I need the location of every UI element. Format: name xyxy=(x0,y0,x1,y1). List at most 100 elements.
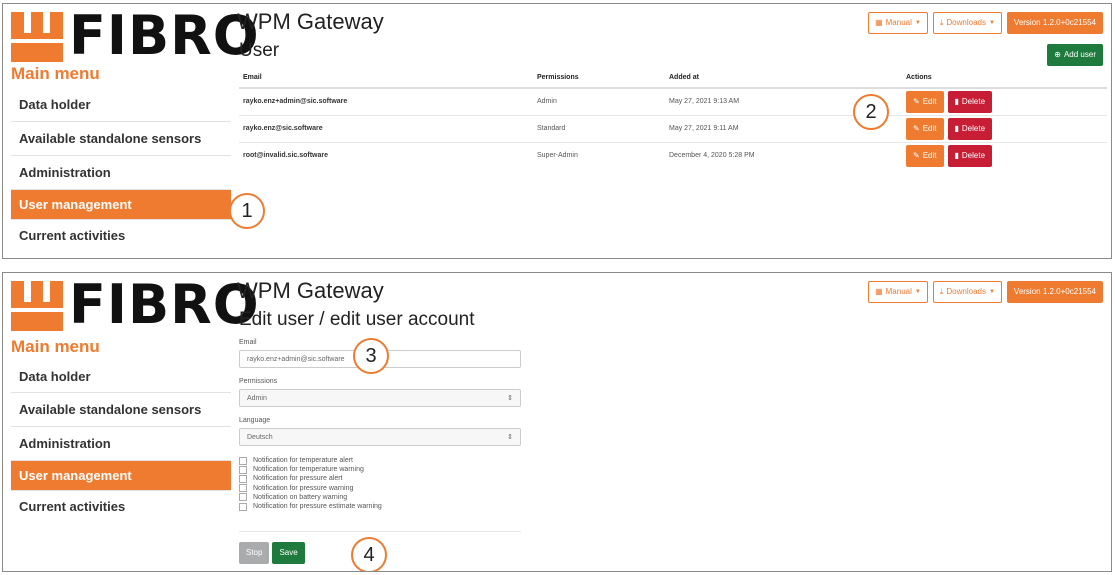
table-row: rayko.enz+admin@sic.software Admin May 2… xyxy=(239,88,1107,116)
permissions-select-value: Admin xyxy=(247,394,267,402)
logo-text: FIBRO xyxy=(69,4,260,67)
chevron-down-icon: ▼ xyxy=(988,289,995,295)
permissions-label: Permissions xyxy=(239,378,278,385)
edit-button-label: Edit xyxy=(922,150,937,160)
delete-button[interactable]: ▮ Delete xyxy=(947,144,993,167)
manual-button-label: Manual xyxy=(885,287,912,296)
fibro-logo-mark-icon xyxy=(11,281,63,331)
trash-icon: ▮ xyxy=(954,150,959,160)
checkbox[interactable] xyxy=(239,502,247,511)
sidebar-item-user-management[interactable]: User management xyxy=(11,461,231,491)
notification-label: Notification for pressure warning xyxy=(253,484,354,492)
downloads-button-label: Downloads xyxy=(946,18,986,27)
notification-label: Notification for pressure estimate warni… xyxy=(253,503,382,511)
pencil-icon: ✎ xyxy=(913,96,920,106)
checkbox[interactable] xyxy=(239,456,247,465)
sidebar: Main menu Data holder Available standalo… xyxy=(11,64,231,250)
edit-button[interactable]: ✎ Edit xyxy=(906,90,944,113)
sidebar-item-data-holder[interactable]: Data holder xyxy=(11,88,231,122)
user-permissions-cell: Admin xyxy=(533,88,665,116)
callout-2: 2 xyxy=(853,94,889,130)
sidebar-item-current-activities[interactable]: Current activities xyxy=(11,491,231,521)
user-email-cell: rayko.enz@sic.software xyxy=(239,115,533,143)
notification-label: Notification for temperature warning xyxy=(253,466,364,474)
notification-checkbox-row[interactable]: Notification for temperature warning xyxy=(239,465,521,474)
menu-title: Main menu xyxy=(11,64,100,83)
select-arrows-icon: ⇕ xyxy=(507,395,513,402)
notification-checkbox-row[interactable]: Notification for temperature alert xyxy=(239,456,521,465)
table-row: root@invalid.sic.software Super-Admin De… xyxy=(239,142,1107,169)
chevron-down-icon: ▼ xyxy=(914,20,921,26)
edit-button[interactable]: ✎ Edit xyxy=(906,117,944,140)
email-field-value: rayko.enz+admin@sic.software xyxy=(247,355,345,363)
book-icon: ▦ xyxy=(875,18,883,27)
book-icon: ▦ xyxy=(875,287,883,296)
sidebar-item-standalone-sensors[interactable]: Available standalone sensors xyxy=(11,393,231,427)
table-header-row: Email Permissions Added at Actions xyxy=(239,68,1107,89)
column-header-email: Email xyxy=(239,68,533,89)
trash-icon: ▮ xyxy=(954,96,959,106)
downloads-button[interactable]: ⤓ Downloads ▼ xyxy=(932,281,1002,303)
stop-button[interactable]: Stop xyxy=(239,542,270,565)
users-table: Email Permissions Added at Actions rayko… xyxy=(239,68,1107,169)
user-permissions-cell: Super-Admin xyxy=(537,152,578,160)
user-added-at-cell: December 4, 2020 5:28 PM xyxy=(669,152,755,160)
header-actions: ▦ Manual ▼ ⤓ Downloads ▼ Version 1.2.0+0… xyxy=(868,281,1103,303)
notification-checkbox-row[interactable]: Notification for pressure warning xyxy=(239,484,521,493)
column-header-permissions: Permissions xyxy=(533,68,665,89)
app-title: WPM Gateway xyxy=(237,278,384,303)
notification-label: Notification on battery warning xyxy=(253,493,348,501)
notification-checkbox-row[interactable]: Notification for pressure estimate warni… xyxy=(239,502,521,511)
sidebar-item-user-management[interactable]: User management xyxy=(11,190,231,220)
edit-button-label: Edit xyxy=(922,96,937,106)
logo-text: FIBRO xyxy=(69,273,260,336)
delete-button[interactable]: ▮ Delete xyxy=(947,90,993,113)
permissions-select[interactable]: Admin ⇕ xyxy=(239,389,521,407)
chevron-down-icon: ▼ xyxy=(914,289,921,295)
delete-button[interactable]: ▮ Delete xyxy=(947,117,993,140)
column-header-added-at: Added at xyxy=(665,68,902,89)
notification-label: Notification for pressure alert xyxy=(253,475,343,483)
user-permissions-cell: Standard xyxy=(533,115,665,143)
checkbox[interactable] xyxy=(239,474,247,483)
pencil-icon: ✎ xyxy=(913,150,920,160)
download-icon: ⤓ xyxy=(939,18,944,27)
fibro-logo: FIBRO xyxy=(11,4,259,67)
pencil-icon: ✎ xyxy=(913,123,920,133)
version-badge[interactable]: Version 1.2.0+0c21554 xyxy=(1006,12,1103,34)
notification-checkbox-row[interactable]: Notification for pressure alert xyxy=(239,474,521,483)
callout-1: 1 xyxy=(229,193,265,229)
delete-button-label: Delete xyxy=(961,123,986,133)
language-select[interactable]: Deutsch ⇕ xyxy=(239,428,521,446)
user-email-cell: rayko.enz+admin@sic.software xyxy=(239,88,533,116)
sidebar-item-administration[interactable]: Administration xyxy=(11,156,231,190)
sidebar-item-current-activities[interactable]: Current activities xyxy=(11,220,231,250)
add-user-button[interactable]: ⊕ Add user xyxy=(1047,44,1103,66)
sidebar-item-data-holder[interactable]: Data holder xyxy=(11,361,231,393)
sidebar-item-standalone-sensors[interactable]: Available standalone sensors xyxy=(11,122,231,156)
notification-checkbox-row[interactable]: Notification on battery warning xyxy=(239,493,521,502)
edit-button-label: Edit xyxy=(922,123,937,133)
download-icon: ⤓ xyxy=(939,287,944,296)
plus-circle-icon: ⊕ xyxy=(1054,50,1061,59)
delete-button-label: Delete xyxy=(961,96,986,106)
column-header-actions: Actions xyxy=(902,68,1107,89)
language-select-value: Deutsch xyxy=(247,433,273,441)
save-button[interactable]: Save xyxy=(272,542,305,565)
checkbox[interactable] xyxy=(239,465,247,474)
sidebar-item-administration[interactable]: Administration xyxy=(11,427,231,461)
edit-button[interactable]: ✎ Edit xyxy=(906,144,944,167)
downloads-button[interactable]: ⤓ Downloads ▼ xyxy=(932,12,1002,34)
version-badge[interactable]: Version 1.2.0+0c21554 xyxy=(1006,281,1103,303)
chevron-down-icon: ▼ xyxy=(988,20,995,26)
menu-title: Main menu xyxy=(11,337,100,356)
manual-button[interactable]: ▦ Manual ▼ xyxy=(868,281,928,303)
trash-icon: ▮ xyxy=(954,123,959,133)
checkbox[interactable] xyxy=(239,484,247,493)
callout-4: 4 xyxy=(351,537,387,571)
manual-button[interactable]: ▦ Manual ▼ xyxy=(868,12,928,34)
fibro-logo: FIBRO xyxy=(11,273,259,336)
checkbox[interactable] xyxy=(239,493,247,502)
header-actions: ▦ Manual ▼ ⤓ Downloads ▼ Version 1.2.0+0… xyxy=(868,12,1103,34)
table-row: rayko.enz@sic.software Standard May 27, … xyxy=(239,115,1107,143)
